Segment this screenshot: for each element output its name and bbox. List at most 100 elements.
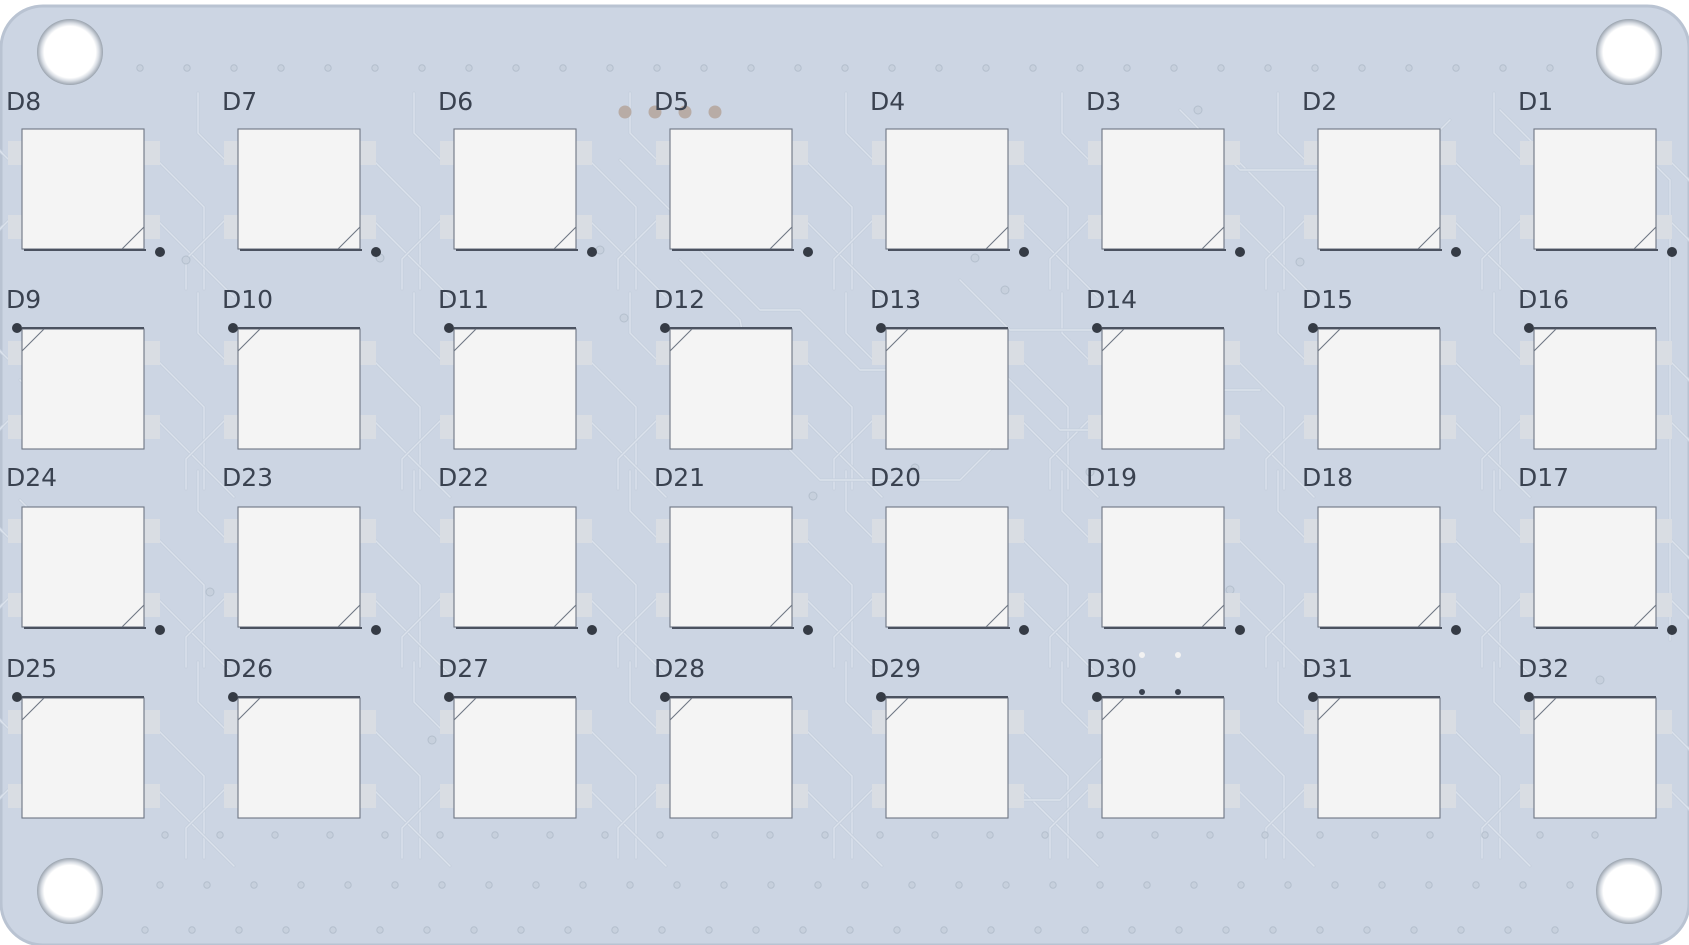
pin1-marker [587, 625, 597, 635]
pin1-marker [444, 692, 454, 702]
led-body [22, 329, 144, 449]
led-body [1534, 129, 1656, 249]
led-label: D18 [1302, 463, 1353, 492]
led-label: D3 [1086, 87, 1121, 116]
led-label: D12 [654, 285, 705, 314]
led-body [670, 698, 792, 818]
led-label: D22 [438, 463, 489, 492]
mounting-hole-bottom-right [1596, 858, 1662, 924]
led-body [238, 129, 360, 249]
led-label: D27 [438, 654, 489, 683]
led-label: D4 [870, 87, 905, 116]
pin1-marker [1667, 625, 1677, 635]
pin1-marker [12, 692, 22, 702]
led-label: D17 [1518, 463, 1569, 492]
led-label: D30 [1086, 654, 1137, 683]
led-label: D24 [6, 463, 57, 492]
led-body [886, 329, 1008, 449]
led-label: D20 [870, 463, 921, 492]
led-label: D8 [6, 87, 41, 116]
mounting-hole-top-right [1596, 19, 1662, 85]
pin1-marker [1524, 692, 1534, 702]
led-label: D9 [6, 285, 41, 314]
pin1-marker [1019, 247, 1029, 257]
led-label: D23 [222, 463, 273, 492]
pin1-marker [1235, 247, 1245, 257]
led-body [22, 698, 144, 818]
led-body [454, 698, 576, 818]
led-body [886, 698, 1008, 818]
led-label: D5 [654, 87, 689, 116]
pin1-marker [155, 247, 165, 257]
led-body [1534, 698, 1656, 818]
led-label: D31 [1302, 654, 1353, 683]
pin1-marker [1235, 625, 1245, 635]
pin1-marker [660, 692, 670, 702]
led-body [886, 129, 1008, 249]
pin1-marker [1451, 247, 1461, 257]
pin1-marker [228, 692, 238, 702]
led-body [238, 698, 360, 818]
mounting-hole-bottom-left [37, 858, 103, 924]
led-label: D19 [1086, 463, 1137, 492]
led-label: D32 [1518, 654, 1569, 683]
led-body [22, 129, 144, 249]
pin1-marker [228, 323, 238, 333]
led-body [1102, 507, 1224, 627]
pin1-marker [371, 247, 381, 257]
pin1-marker [1092, 323, 1102, 333]
led-body [454, 129, 576, 249]
led-label: D26 [222, 654, 273, 683]
pin1-marker [587, 247, 597, 257]
pin1-marker [444, 323, 454, 333]
pin1-marker [1308, 323, 1318, 333]
led-body [1318, 507, 1440, 627]
pin1-marker [12, 323, 22, 333]
led-label: D14 [1086, 285, 1137, 314]
pin1-marker [1524, 323, 1534, 333]
pin1-marker [876, 323, 886, 333]
pin1-marker [1308, 692, 1318, 702]
led-body [1534, 329, 1656, 449]
led-label: D1 [1518, 87, 1553, 116]
pin1-marker [1019, 625, 1029, 635]
led-body [1318, 129, 1440, 249]
pin1-marker [1667, 247, 1677, 257]
pin1-marker [1092, 692, 1102, 702]
led-body [1102, 329, 1224, 449]
led-label: D25 [6, 654, 57, 683]
led-label: D13 [870, 285, 921, 314]
pin1-marker [155, 625, 165, 635]
led-label: D21 [654, 463, 705, 492]
led-body [1534, 507, 1656, 627]
pin1-marker [803, 625, 813, 635]
pin1-marker [803, 247, 813, 257]
led-label: D2 [1302, 87, 1337, 116]
led-label: D16 [1518, 285, 1569, 314]
led-body [1318, 329, 1440, 449]
led-body [454, 329, 576, 449]
mounting-hole-top-left [37, 19, 103, 85]
led-body [454, 507, 576, 627]
pin1-marker [876, 692, 886, 702]
led-body [886, 507, 1008, 627]
led-label: D15 [1302, 285, 1353, 314]
led-label: D7 [222, 87, 257, 116]
led-body [238, 329, 360, 449]
led-body [1102, 129, 1224, 249]
led-label: D11 [438, 285, 489, 314]
led-body [670, 129, 792, 249]
led-body [1318, 698, 1440, 818]
pin1-marker [1451, 625, 1461, 635]
led-label: D29 [870, 654, 921, 683]
led-body [670, 329, 792, 449]
led-body [238, 507, 360, 627]
pin1-marker [371, 625, 381, 635]
led-body [670, 507, 792, 627]
led-body [22, 507, 144, 627]
pin1-marker [660, 323, 670, 333]
led-label: D28 [654, 654, 705, 683]
led-label: D10 [222, 285, 273, 314]
led-label: D6 [438, 87, 473, 116]
pcb-board: D8 D7 D6 D5 D4 D3 D2 D1 D9 D10 D11 D12 D13 D14 D15 D16 D… [0, 4, 1689, 945]
